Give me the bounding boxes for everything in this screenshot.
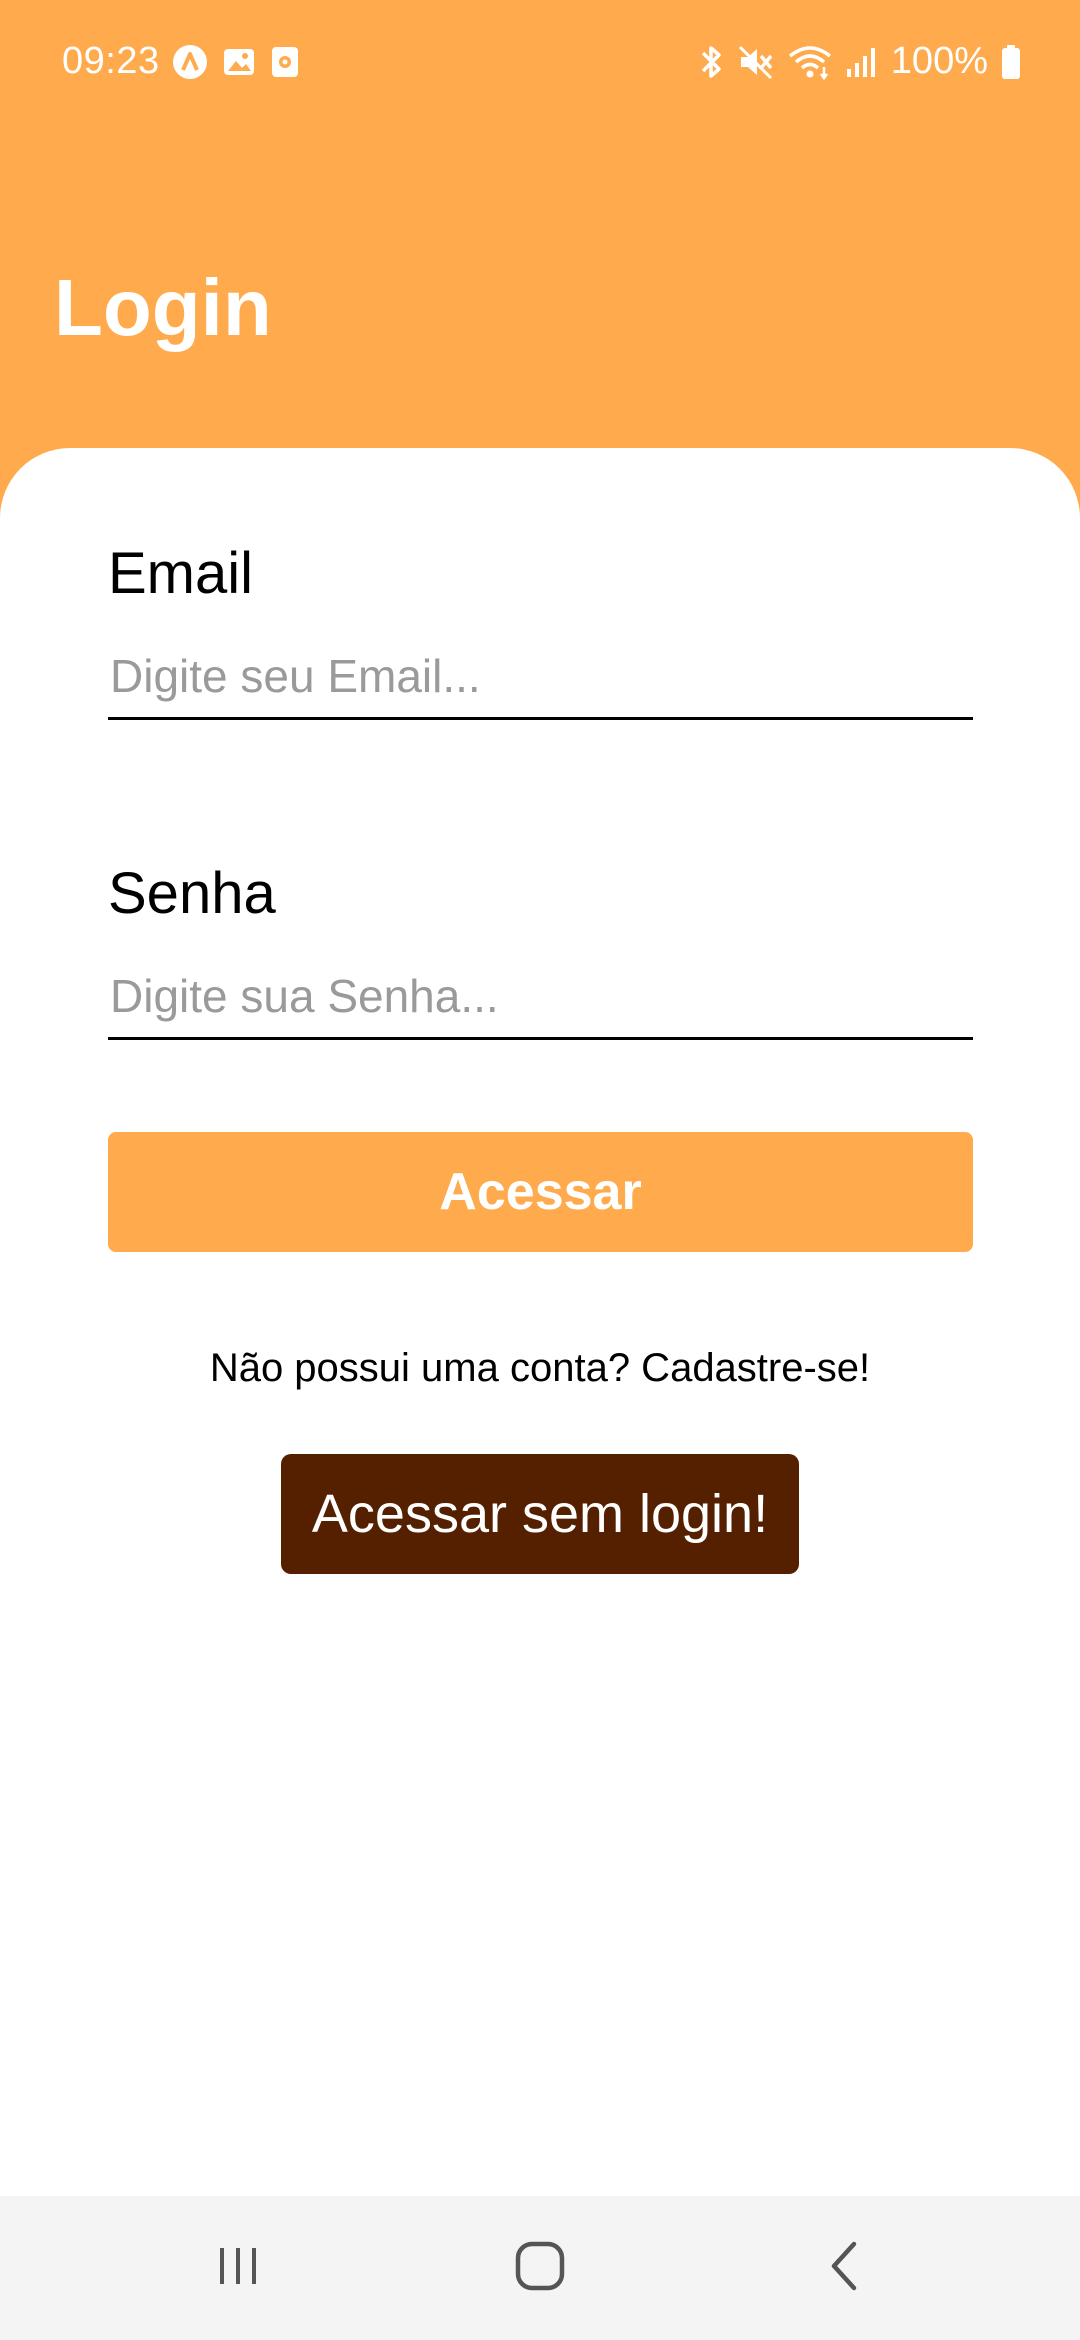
back-icon [824, 2240, 864, 2297]
navigation-bar [0, 2196, 1080, 2340]
recent-apps-button[interactable] [158, 2196, 318, 2340]
home-button[interactable] [460, 2196, 620, 2340]
email-label: Email [108, 541, 254, 606]
signup-link[interactable]: Não possui uma conta? Cadastre-se! [0, 1346, 1080, 1391]
mute-icon [737, 43, 775, 81]
status-bar: 09:23 100% [0, 0, 1080, 126]
email-input[interactable] [108, 634, 973, 720]
login-screen: 09:23 100% Login Email Digite seu Email.… [0, 0, 1080, 2340]
image-icon [222, 45, 256, 89]
notification-icons [172, 44, 300, 90]
back-button[interactable] [764, 2196, 924, 2340]
password-label: Senha [108, 861, 276, 926]
status-time: 09:23 [62, 40, 160, 82]
recent-apps-icon [214, 2242, 262, 2295]
login-button[interactable]: Acessar [108, 1132, 973, 1252]
wifi-icon [787, 43, 833, 81]
login-card: Email Senha Acessar Não possui uma conta… [0, 448, 1080, 2196]
password-input[interactable] [108, 954, 973, 1040]
screen-record-icon [270, 45, 300, 89]
home-icon [514, 2240, 566, 2297]
app-a-icon [172, 44, 208, 90]
battery-icon [1000, 44, 1022, 80]
battery-percent: 100% [890, 40, 988, 82]
signal-icon [845, 45, 879, 79]
system-status-icons: 100% [697, 40, 1022, 83]
guest-access-button[interactable]: Acessar sem login! [281, 1454, 799, 1574]
page-title: Login [54, 263, 272, 352]
bluetooth-icon [697, 43, 725, 81]
